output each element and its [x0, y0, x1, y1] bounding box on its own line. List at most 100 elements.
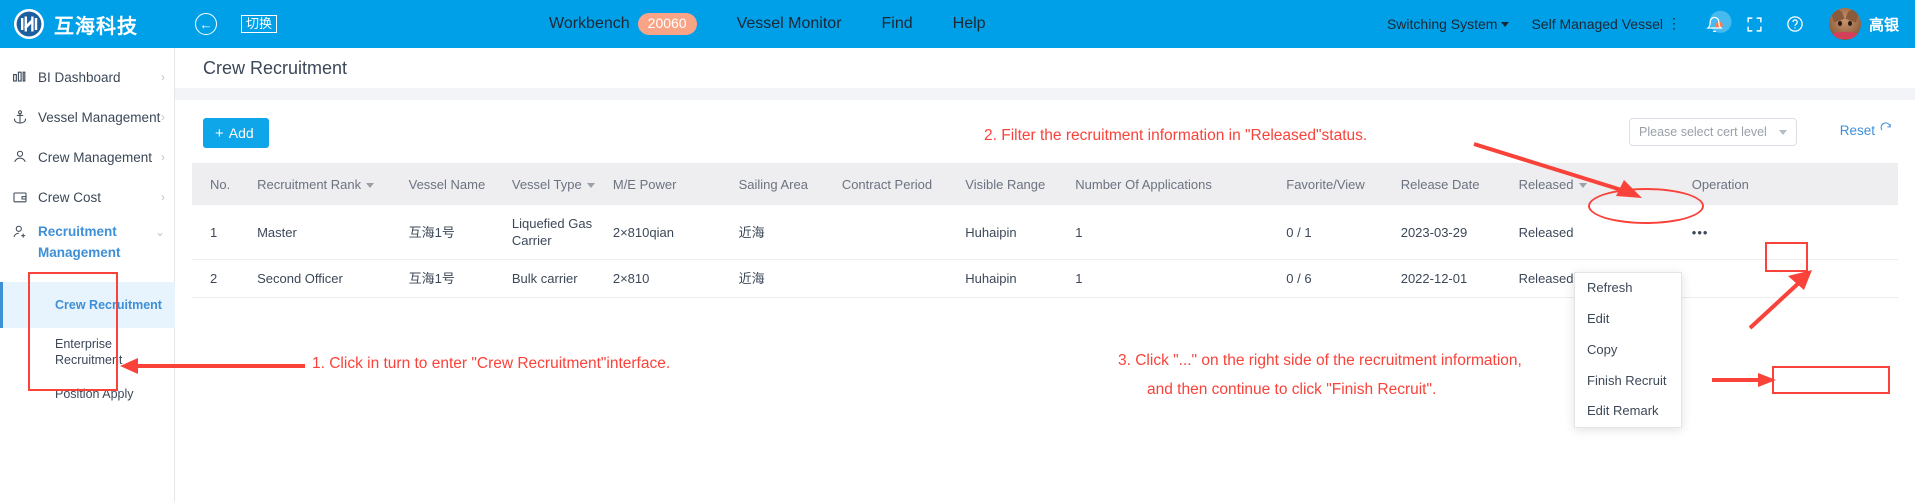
col-vessel-name: Vessel Name [408, 163, 512, 205]
col-no: No. [192, 163, 258, 205]
sidebar-label-bi-dashboard: BI Dashboard [38, 69, 121, 85]
cell-favorite-view[interactable]: 0 / 1 [1286, 205, 1401, 261]
col-number-of-applications-label: Number Of Applications [1075, 176, 1212, 192]
col-favorite-view: Favorite/View [1286, 163, 1401, 205]
cell-vessel-name: 互海1号 [408, 205, 512, 261]
bell-icon[interactable] [1695, 10, 1735, 33]
sidebar-label-crew-recruitment: Crew Recruitment [55, 297, 162, 312]
menu-item-copy[interactable]: Copy [1575, 335, 1681, 366]
chevron-right-icon: › [161, 110, 165, 124]
nav-find-label: Find [881, 15, 913, 32]
cell-favorite-view[interactable]: 0 / 6 [1286, 259, 1401, 299]
cell-no: 2 [192, 259, 258, 299]
nav-find[interactable]: Find [882, 15, 913, 33]
cell-me-power: 2×810 [612, 259, 739, 299]
cert-level-select[interactable]: Please select cert level [1629, 118, 1797, 146]
sidebar-label-position-apply: Position Apply [55, 387, 134, 401]
avatar-eye-left [1837, 21, 1842, 26]
cell-visible-range: Huhaipin [965, 205, 1076, 261]
brand[interactable]: 互海科技 [0, 9, 175, 39]
active-indicator-bar [0, 282, 3, 328]
section-divider [175, 88, 1915, 100]
cell-sailing-area: 近海 [738, 259, 842, 299]
sidebar: BI Dashboard › Vessel Management › Crew … [0, 48, 175, 502]
cell-release-date: 2022-12-01 [1400, 259, 1519, 299]
sidebar-label-crew-management: Crew Management [38, 149, 153, 165]
user-name: 高银 [1868, 16, 1899, 34]
col-recruitment-rank[interactable]: Recruitment Rank [257, 163, 409, 205]
col-no-label: No. [210, 176, 231, 192]
refresh-icon [1879, 122, 1893, 139]
annotation-step3-line2: and then continue to click "Finish Recru… [1147, 381, 1437, 398]
avatar[interactable] [1828, 8, 1861, 40]
menu-item-edit[interactable]: Edit [1575, 304, 1681, 335]
sidebar-item-crew-cost[interactable]: Crew Cost › [0, 182, 175, 212]
col-vessel-type[interactable]: Vessel Type [511, 163, 613, 205]
col-sailing-area-label: Sailing Area [738, 176, 808, 192]
top-header-bar: 互海科技 ← 切换 Workbench 20060 Vessel Monitor… [0, 0, 1915, 48]
workbench-count-badge: 20060 [637, 13, 697, 35]
self-managed-vessel-label: Self Managed Vessel [1531, 16, 1663, 32]
self-managed-vessel-menu[interactable]: Self Managed Vessel ⋮ [1531, 16, 1681, 32]
nav-workbench[interactable]: Workbench 20060 [549, 13, 697, 35]
plus-icon: + [215, 124, 224, 142]
more-vertical-icon[interactable]: ⋮ [1667, 16, 1681, 30]
row-context-menu: Refresh Edit Copy Finish Recruit Edit Re… [1574, 272, 1682, 429]
cell-rank: Master [257, 205, 409, 261]
col-me-power: M/E Power [612, 163, 739, 205]
sidebar-item-recruitment-management[interactable]: Recruitment Management ⌄ [0, 220, 175, 266]
sidebar-item-bi-dashboard[interactable]: BI Dashboard › [0, 62, 175, 92]
wallet-icon [12, 189, 34, 205]
reset-button[interactable]: Reset [1840, 122, 1893, 139]
menu-item-finish-recruit[interactable]: Finish Recruit [1575, 366, 1681, 397]
chevron-right-icon: › [161, 70, 165, 84]
sidebar-item-vessel-management[interactable]: Vessel Management › [0, 102, 175, 132]
col-recruitment-rank-label: Recruitment Rank [257, 176, 362, 192]
chevron-right-icon: › [161, 190, 165, 204]
cell-vessel-name: 互海1号 [408, 259, 512, 299]
sidebar-label-crew-cost: Crew Cost [38, 189, 102, 205]
menu-item-edit-remark[interactable]: Edit Remark [1575, 396, 1681, 427]
sidebar-item-crew-recruitment[interactable]: Crew Recruitment [0, 282, 175, 328]
cell-vessel-type: Liquefied Gas Carrier [511, 205, 613, 261]
back-arrow-icon[interactable]: ← [195, 13, 217, 35]
cell-vessel-type: Bulk carrier [511, 259, 613, 299]
cell-applications[interactable]: 1 [1075, 259, 1287, 299]
switch-button[interactable]: 切换 [241, 14, 278, 34]
switching-system-dropdown[interactable]: Switching System [1386, 16, 1510, 32]
nav-help-label: Help [952, 15, 986, 32]
fullscreen-icon[interactable] [1735, 16, 1775, 33]
col-favorite-view-label: Favorite/View [1286, 176, 1365, 192]
annotation-arrow-step3-finish [1712, 373, 1776, 387]
switching-system-label: Switching System [1386, 16, 1498, 32]
col-number-of-applications: Number Of Applications [1075, 163, 1287, 205]
chevron-down-icon: ⌄ [154, 225, 165, 239]
sort-caret-icon [586, 182, 595, 188]
col-release-date-label: Release Date [1400, 176, 1480, 192]
help-circle-icon[interactable] [1775, 15, 1815, 33]
annotation-step1: 1. Click in turn to enter "Crew Recruitm… [312, 355, 671, 372]
chevron-down-icon [1501, 21, 1510, 27]
nav-vessel-monitor[interactable]: Vessel Monitor [737, 15, 842, 33]
cell-applications[interactable]: 1 [1075, 205, 1287, 261]
nav-help[interactable]: Help [953, 15, 986, 33]
sidebar-label-recruitment-management: Recruitment Management [38, 224, 121, 260]
brand-name: 互海科技 [54, 15, 138, 38]
sidebar-item-position-apply[interactable]: Position Apply [0, 386, 175, 408]
sidebar-label-vessel-management: Vessel Management [38, 109, 161, 125]
cell-release-date: 2023-03-29 [1400, 205, 1519, 261]
sidebar-item-crew-management[interactable]: Crew Management › [0, 142, 175, 172]
cell-visible-range: Huhaipin [965, 259, 1076, 299]
avatar-ear-left [1830, 8, 1845, 23]
add-button[interactable]: + Add [203, 118, 269, 148]
annotation-arrow-step1 [120, 358, 305, 374]
cell-contract-period [841, 259, 966, 299]
col-operation-label: Operation [1691, 176, 1749, 192]
menu-item-refresh[interactable]: Refresh [1575, 273, 1681, 304]
cert-level-placeholder: Please select cert level [1639, 125, 1767, 139]
sidebar-label-enterprise-recruitment: Enterprise Recruitment [55, 337, 123, 368]
nav-vessel-monitor-label: Vessel Monitor [736, 15, 842, 32]
annotation-step2: 2. Filter the recruitment information in… [984, 127, 1368, 144]
top-navigation: Workbench 20060 Vessel Monitor Find Help [549, 13, 986, 35]
col-vessel-type-label: Vessel Type [511, 176, 582, 192]
